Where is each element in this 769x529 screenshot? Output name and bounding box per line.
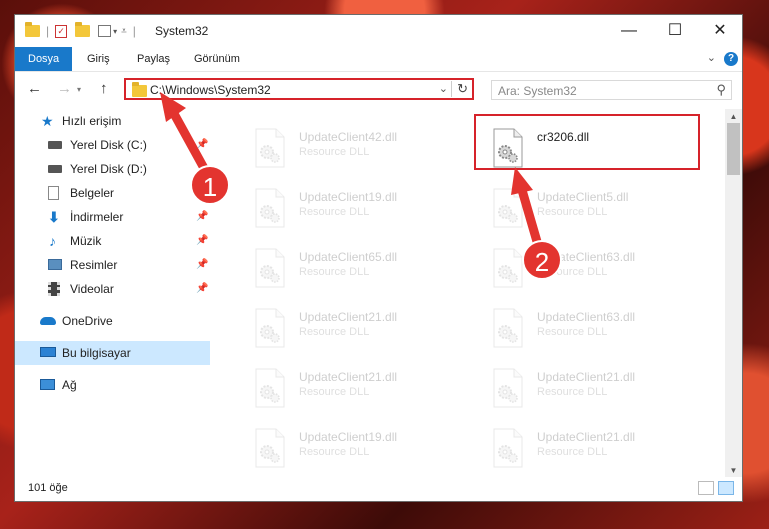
annotation-arrows xyxy=(160,92,543,250)
arrow-head xyxy=(511,167,533,195)
callout-step-2: 2 xyxy=(522,240,562,280)
arrow-to-file xyxy=(517,185,543,250)
callout-step-1: 1 xyxy=(190,165,230,205)
arrow-to-address-bar xyxy=(167,105,210,175)
